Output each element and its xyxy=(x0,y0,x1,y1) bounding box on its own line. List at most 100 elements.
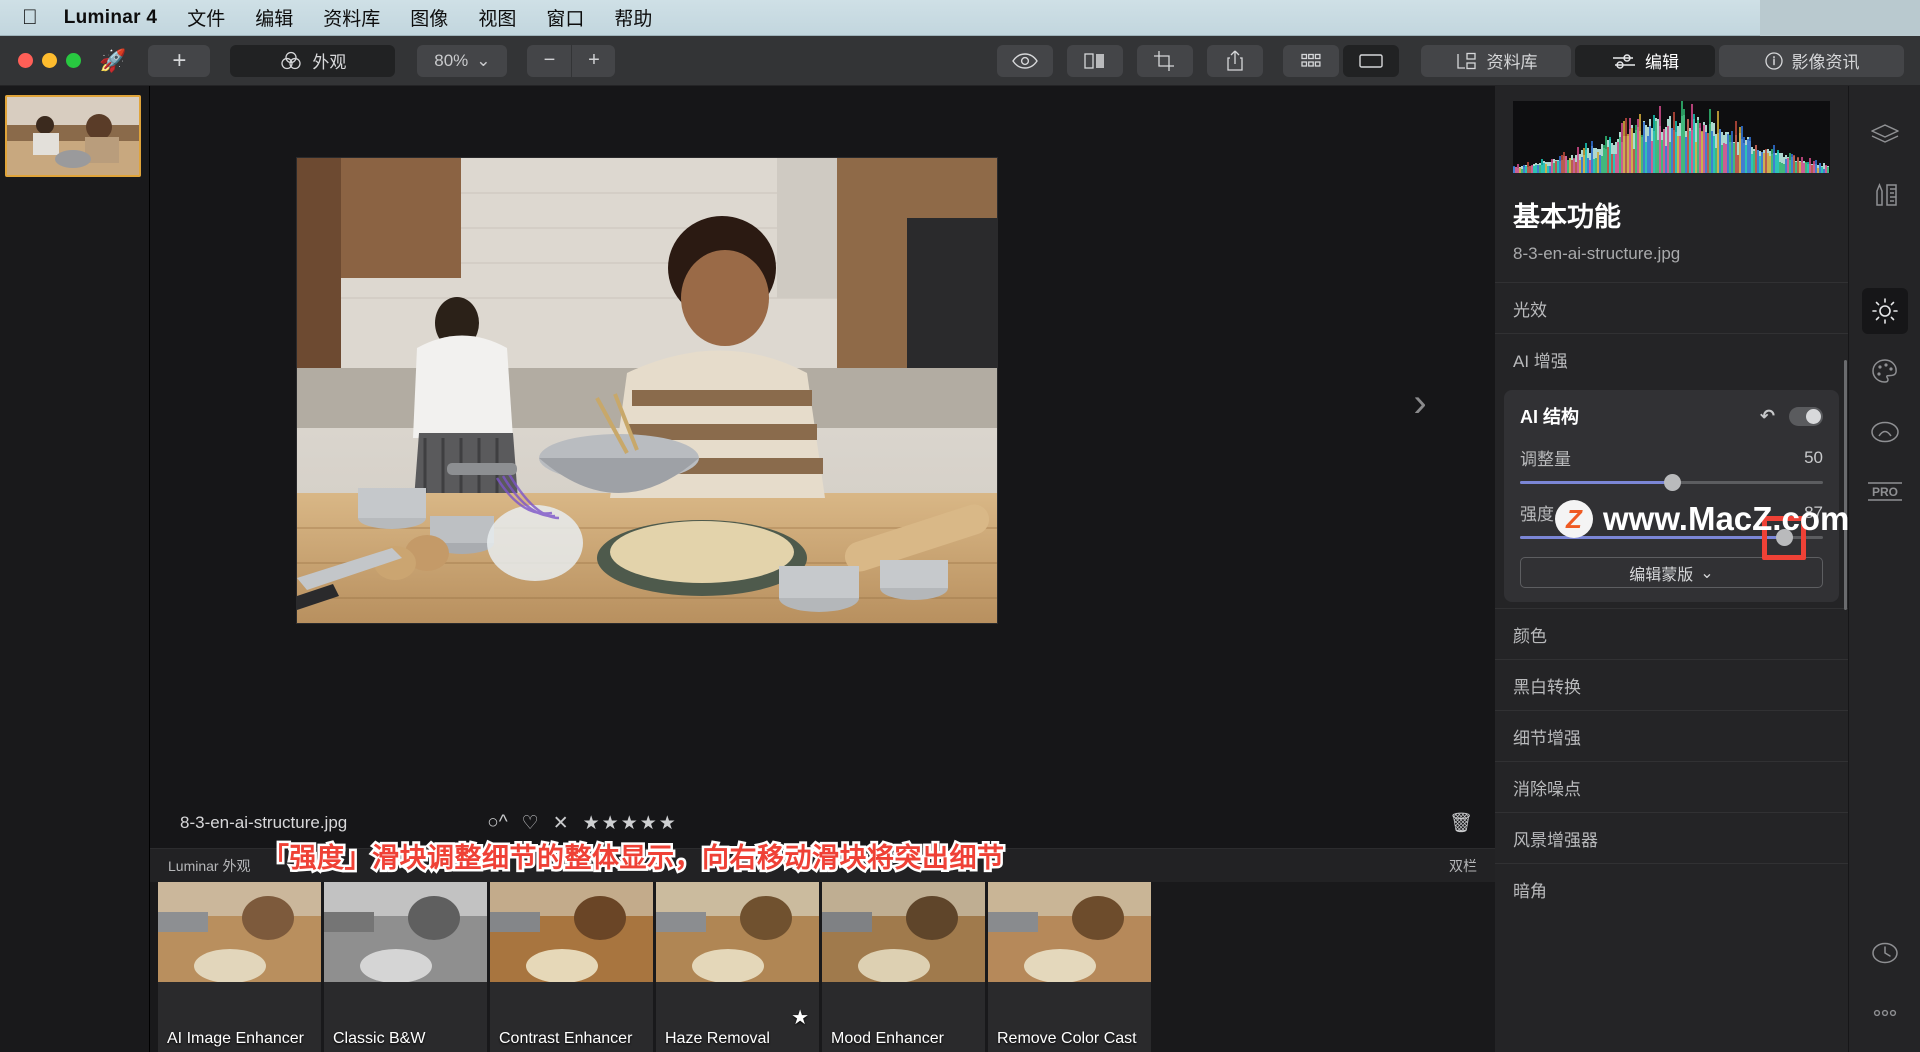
looks-thumbnail-row[interactable]: AI Image Enhancer Classic B&W Contrast E… xyxy=(150,882,1495,1052)
share-button[interactable] xyxy=(1207,44,1263,77)
tab-library[interactable]: 资料库 xyxy=(1421,44,1571,77)
tab-image-info[interactable]: 影像资讯 xyxy=(1719,44,1904,77)
undo-icon[interactable]: ↶ xyxy=(1760,406,1775,427)
clock-glyph xyxy=(1871,942,1898,964)
add-image-button[interactable]: + xyxy=(148,44,211,77)
panel-row-label: 光效 xyxy=(1513,300,1547,320)
crop-icon xyxy=(1154,50,1174,71)
menu-item-edit[interactable]: 编辑 xyxy=(255,4,293,31)
portrait-icon[interactable] xyxy=(1862,408,1908,454)
dots-glyph xyxy=(1873,1009,1896,1017)
panel-row-label: 暗角 xyxy=(1513,881,1547,901)
look-item[interactable]: Mood Enhancer xyxy=(822,882,985,1052)
look-preview-image xyxy=(822,882,985,983)
tab-edit[interactable]: 编辑 xyxy=(1575,44,1715,77)
panel-row-label: 细节增强 xyxy=(1513,728,1581,748)
share-icon xyxy=(1227,50,1243,71)
panel-row-details[interactable]: 细节增强 xyxy=(1495,710,1848,761)
rating-controls[interactable]: ○^ ♡ ✕ ★★★★★ xyxy=(487,812,678,835)
panel-row-denoise[interactable]: 消除噪点 xyxy=(1495,761,1848,812)
zoom-button[interactable] xyxy=(66,53,81,68)
apple-logo-icon[interactable]:  xyxy=(22,7,38,28)
layers-glyph xyxy=(1870,124,1899,143)
panel-row-bw[interactable]: 黑白转换 xyxy=(1495,659,1848,710)
preview-eye-button[interactable] xyxy=(997,44,1053,77)
panel-row-color[interactable]: 颜色 xyxy=(1495,608,1848,659)
menu-item-help[interactable]: 帮助 xyxy=(614,4,652,31)
portrait-glyph xyxy=(1870,421,1899,443)
ai-structure-toggle[interactable] xyxy=(1789,406,1823,426)
canvas-file-name: 8-3-en-ai-structure.jpg xyxy=(180,813,348,832)
zoom-in-button[interactable]: + xyxy=(571,44,616,77)
looks-button[interactable]: 外观 xyxy=(230,44,396,77)
look-preview-image xyxy=(490,882,653,983)
favorite-heart-icon[interactable]: ♡ xyxy=(522,812,539,835)
menu-item-file[interactable]: 文件 xyxy=(187,4,225,31)
look-preview-image xyxy=(988,882,1151,983)
history-clock-icon[interactable] xyxy=(1862,930,1908,976)
color-label-icon[interactable]: ○^ xyxy=(487,812,507,834)
look-item[interactable]: Contrast Enhancer xyxy=(490,882,653,1052)
look-item[interactable]: Classic B&W xyxy=(324,882,487,1052)
creative-palette-icon[interactable] xyxy=(1862,348,1908,394)
star-rating[interactable]: ★★★★★ xyxy=(583,812,678,835)
rocket-icon[interactable]: 🚀 xyxy=(99,49,126,72)
tools-icon[interactable] xyxy=(1862,172,1908,218)
menu-item-library[interactable]: 资料库 xyxy=(323,4,380,31)
panel-row-landscape[interactable]: 风景增强器 xyxy=(1495,812,1848,863)
essentials-sun-icon[interactable] xyxy=(1861,288,1908,334)
minimize-button[interactable] xyxy=(42,53,57,68)
more-dots-icon[interactable] xyxy=(1862,990,1908,1036)
zoom-level-value: 80% xyxy=(434,50,469,70)
menu-item-window[interactable]: 窗口 xyxy=(546,4,584,31)
edit-mask-button[interactable]: 编辑蒙版 ⌄ xyxy=(1520,557,1823,588)
zoom-out-button[interactable]: − xyxy=(527,44,572,77)
close-button[interactable] xyxy=(18,53,33,68)
histogram xyxy=(1513,101,1830,173)
look-label: Mood Enhancer xyxy=(831,1030,944,1047)
svg-text:PRO: PRO xyxy=(1871,485,1897,499)
main-photo[interactable] xyxy=(297,158,997,623)
panel-scrollbar[interactable] xyxy=(1844,360,1847,610)
macos-menu-bar:  Luminar 4 文件 编辑 资料库 图像 视图 窗口 帮助 xyxy=(0,0,1920,36)
window-controls[interactable] xyxy=(0,53,81,68)
before-after-button[interactable] xyxy=(1067,44,1123,77)
left-filmstrip[interactable] xyxy=(0,86,150,1052)
look-item[interactable]: AI Image Enhancer xyxy=(158,882,321,1052)
look-item[interactable]: Remove Color Cast xyxy=(988,882,1151,1052)
slider-amount-label: 调整量 xyxy=(1520,450,1571,469)
panel-row-label: 黑白转换 xyxy=(1513,677,1581,697)
grid-view-button[interactable] xyxy=(1283,44,1339,77)
slider-amount-track[interactable] xyxy=(1520,474,1823,491)
slider-amount[interactable]: 调整量 50 xyxy=(1520,445,1823,491)
panel-row-label: 风景增强器 xyxy=(1513,830,1598,850)
crop-button[interactable] xyxy=(1137,44,1193,77)
app-toolbar: 🚀 + 外观 80% ⌄ − + 资料库 编辑 影像资讯 xyxy=(0,36,1920,86)
panel-row-ai-enhance[interactable]: AI 增强 xyxy=(1495,333,1848,384)
look-label: Haze Removal xyxy=(665,1030,770,1047)
single-view-button[interactable] xyxy=(1343,44,1399,77)
panel-row-light[interactable]: 光效 xyxy=(1495,282,1848,333)
reject-icon[interactable]: ✕ xyxy=(553,812,569,835)
filmstrip-thumbnail-selected[interactable] xyxy=(5,95,141,177)
panel-row-vignette[interactable]: 暗角 xyxy=(1495,863,1848,914)
library-icon xyxy=(1456,52,1476,69)
eye-icon xyxy=(1012,52,1038,69)
chevron-down-icon: ⌄ xyxy=(1700,564,1714,582)
look-label: Remove Color Cast xyxy=(997,1030,1137,1047)
app-name-label[interactable]: Luminar 4 xyxy=(64,7,158,29)
next-image-button[interactable]: › xyxy=(1385,368,1455,438)
layers-icon[interactable] xyxy=(1862,112,1908,158)
editor-canvas: › 8-3-en-ai-structure.jpg ○^ ♡ ✕ ★★★★★ 🗑… xyxy=(150,86,1495,1052)
look-item[interactable]: ★ Haze Removal xyxy=(656,882,819,1052)
menu-item-view[interactable]: 视图 xyxy=(478,4,516,31)
pro-glyph: PRO xyxy=(1867,482,1902,501)
trash-icon[interactable]: 🗑 xyxy=(1449,811,1473,835)
slider-strength-label: 强度 xyxy=(1520,505,1554,524)
ai-structure-header: AI 结构 ↶ xyxy=(1520,403,1823,429)
menu-item-image[interactable]: 图像 xyxy=(410,4,448,31)
zoom-level-dropdown[interactable]: 80% ⌄ xyxy=(417,44,508,77)
pro-icon[interactable]: PRO xyxy=(1862,468,1908,514)
looks-panel-columns-label[interactable]: 双栏 xyxy=(1449,856,1477,876)
slider-amount-knob[interactable] xyxy=(1663,474,1681,491)
